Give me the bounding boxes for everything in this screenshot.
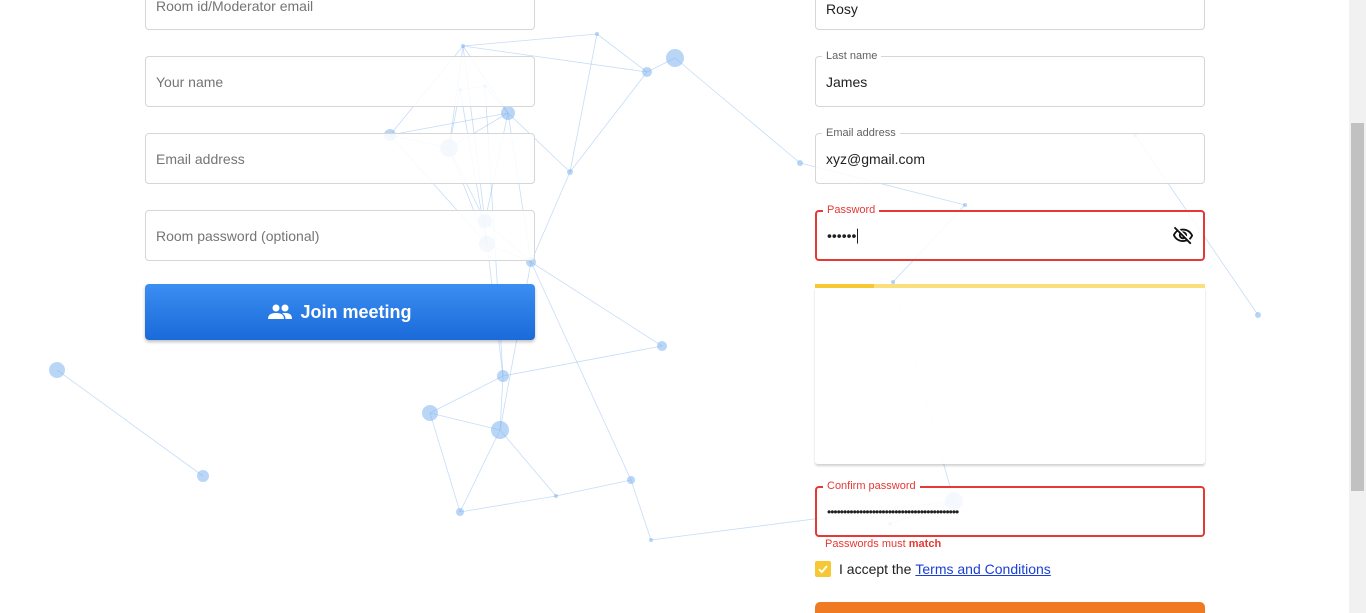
network-edge — [429, 412, 461, 513]
network-node — [491, 421, 509, 439]
confirm-password-label: Confirm password — [823, 480, 920, 492]
eye-off-icon[interactable] — [1172, 225, 1194, 247]
network-node — [627, 476, 635, 484]
network-node — [797, 160, 803, 166]
signup-submit-button[interactable] — [815, 602, 1205, 613]
password-field[interactable]: Password •••••• — [815, 204, 1205, 261]
network-edge — [459, 429, 501, 513]
network-edge — [499, 429, 557, 497]
room-id-field[interactable]: Room id/Moderator email — [145, 0, 535, 30]
network-edge — [502, 345, 663, 377]
last-name-value: James — [826, 73, 868, 90]
terms-row: I accept the Terms and Conditions — [815, 561, 1051, 577]
email-field[interactable]: Email address — [145, 133, 535, 184]
room-id-placeholder: Room id/Moderator email — [156, 0, 314, 14]
terms-link[interactable]: Terms and Conditions — [915, 561, 1050, 577]
scrollbar-thumb[interactable] — [1351, 123, 1364, 491]
room-password-placeholder: Room password (optional) — [156, 227, 320, 244]
password-value: •••••• — [827, 227, 859, 244]
room-password-field[interactable]: Room password (optional) — [145, 210, 535, 261]
text-caret — [857, 228, 859, 244]
network-edge — [56, 369, 204, 477]
first-name-field[interactable]: Rosy — [815, 0, 1205, 30]
password-error-message: Passwords must match — [825, 538, 941, 550]
network-edge — [569, 71, 648, 173]
network-edge — [389, 112, 509, 136]
last-name-field[interactable]: Last name James — [815, 50, 1205, 107]
network-node — [595, 32, 599, 36]
network-edge — [499, 375, 504, 431]
your-name-placeholder: Your name — [156, 73, 224, 90]
network-node — [456, 508, 464, 516]
error-bold: match — [908, 538, 942, 550]
network-edge — [429, 375, 504, 414]
signup-email-label: Email address — [822, 127, 900, 139]
network-edge — [530, 261, 663, 347]
terms-checkbox[interactable] — [815, 561, 831, 577]
page-scrollbar[interactable] — [1349, 0, 1366, 613]
last-name-label: Last name — [822, 50, 882, 62]
confirm-password-field[interactable]: Confirm password •••••••••••••••••••••••… — [815, 480, 1205, 537]
network-edge — [630, 479, 652, 541]
network-node — [501, 106, 515, 120]
network-node — [567, 169, 573, 175]
network-node — [49, 362, 65, 378]
error-prefix: Passwords must — [825, 538, 906, 550]
network-edge — [569, 33, 598, 173]
network-edge — [530, 171, 571, 263]
network-node — [497, 370, 509, 382]
network-node — [657, 341, 667, 351]
network-node — [197, 470, 209, 482]
network-edge — [459, 495, 557, 513]
network-node — [649, 538, 653, 542]
network-node — [1255, 312, 1261, 318]
network-edge — [462, 33, 598, 47]
password-dots: •••••• — [827, 227, 857, 244]
network-node — [422, 405, 438, 421]
people-icon — [268, 304, 293, 319]
signup-email-value: xyz@gmail.com — [826, 150, 926, 167]
join-meeting-label: Join meeting — [300, 301, 412, 322]
network-node — [642, 67, 652, 77]
password-label: Password — [823, 204, 880, 216]
network-node — [963, 203, 967, 207]
network-edge — [674, 57, 801, 164]
first-name-value: Rosy — [826, 1, 858, 17]
confirm-password-value: ••••••••••••••••••••••••••••••••••••••••… — [827, 504, 959, 519]
network-edge — [530, 261, 632, 481]
network-node — [554, 494, 558, 498]
network-node — [461, 44, 465, 48]
email-placeholder: Email address — [156, 150, 245, 167]
your-name-field[interactable]: Your name — [145, 56, 535, 107]
terms-prefix: I accept the — [839, 561, 912, 577]
network-edge — [429, 412, 501, 431]
signup-email-field[interactable]: Email address xyz@gmail.com — [815, 127, 1205, 184]
checkmark-icon — [818, 565, 828, 574]
network-edge — [646, 57, 676, 73]
join-meeting-button[interactable]: Join meeting — [145, 284, 535, 340]
password-requirements-panel — [815, 288, 1205, 464]
network-node — [666, 49, 684, 67]
network-edge — [555, 479, 632, 497]
network-edge — [596, 33, 648, 73]
